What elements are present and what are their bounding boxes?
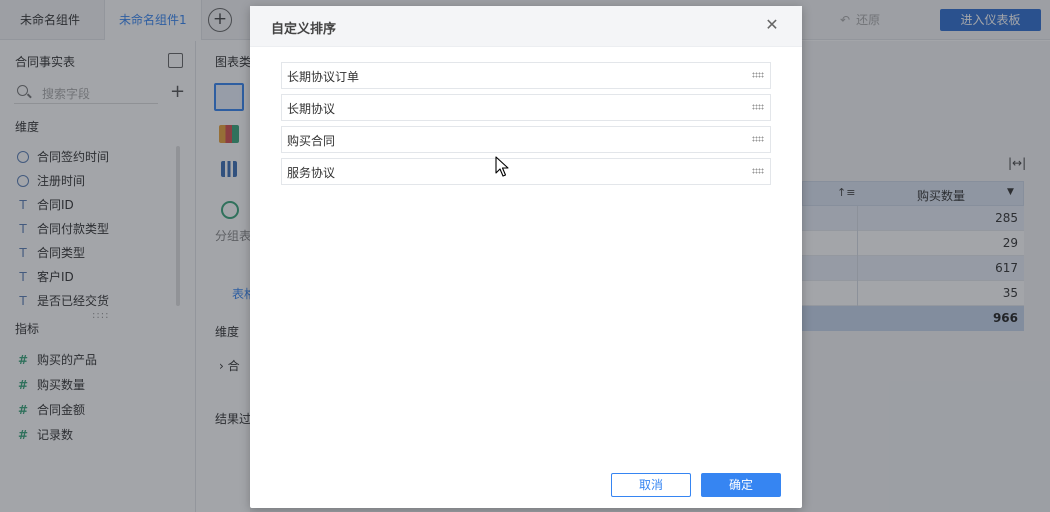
drag-handle-icon[interactable] bbox=[752, 72, 764, 78]
dialog-header: 自定义排序 ✕ bbox=[250, 6, 802, 47]
close-icon[interactable]: ✕ bbox=[764, 16, 780, 34]
dialog-title: 自定义排序 bbox=[271, 22, 337, 37]
sort-item[interactable]: 长期协议 bbox=[281, 94, 771, 121]
sort-item-label: 长期协议订单 bbox=[287, 70, 360, 84]
sort-item-label: 服务协议 bbox=[287, 166, 336, 180]
sort-item-label: 长期协议 bbox=[287, 102, 336, 116]
drag-handle-icon[interactable] bbox=[752, 168, 764, 174]
sort-item-label: 购买合同 bbox=[287, 134, 336, 148]
cancel-button[interactable]: 取消 bbox=[611, 473, 691, 497]
mouse-cursor-icon bbox=[495, 156, 509, 177]
confirm-button[interactable]: 确定 bbox=[701, 473, 781, 497]
sort-item[interactable]: 购买合同 bbox=[281, 126, 771, 153]
sort-item[interactable]: 长期协议订单 bbox=[281, 62, 771, 89]
drag-handle-icon[interactable] bbox=[752, 136, 764, 142]
sort-item[interactable]: 服务协议 bbox=[281, 158, 771, 185]
drag-handle-icon[interactable] bbox=[752, 104, 764, 110]
custom-sort-dialog: 自定义排序 ✕ 长期协议订单 长期协议 购买合同 服务协议 取消 确定 bbox=[250, 6, 802, 508]
